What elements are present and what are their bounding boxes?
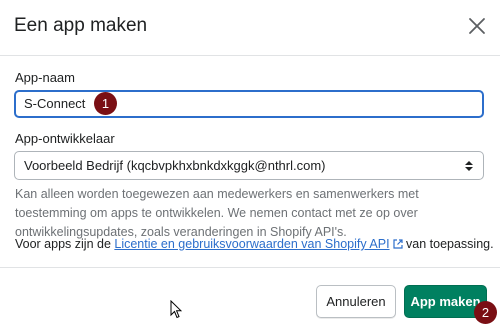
developer-help-text: Kan alleen worden toegewezen aan medewer… [15, 187, 419, 239]
terms-prefix: Voor apps zijn de [15, 237, 115, 251]
close-icon[interactable] [468, 17, 486, 35]
terms-link[interactable]: Licentie en gebruiksvoorwaarden van Shop… [114, 237, 389, 251]
developer-label: App-ontwikkelaar [15, 131, 115, 146]
developer-select-value: Voorbeeld Bedrijf (kqcbvpkhxbnkdxkggk@nt… [24, 158, 326, 173]
developer-select[interactable]: Voorbeeld Bedrijf (kqcbvpkhxbnkdxkggk@nt… [14, 151, 484, 180]
terms-text: Voor apps zijn de Licentie en gebruiksvo… [15, 237, 494, 251]
mouse-cursor-icon [170, 300, 182, 319]
cancel-button[interactable]: Annuleren [316, 285, 396, 318]
footer-divider [0, 267, 500, 268]
terms-suffix: van toepassing. [402, 237, 494, 251]
create-app-dialog: Een app maken App-naam S-Connect 1 App-o… [0, 0, 500, 327]
dialog-title: Een app maken [14, 15, 148, 36]
step-badge-1: 1 [94, 92, 117, 115]
select-arrows-icon [465, 161, 473, 171]
app-name-label: App-naam [15, 70, 75, 85]
external-link-icon[interactable] [392, 239, 403, 249]
dialog-header: Een app maken [0, 0, 500, 56]
app-name-input[interactable]: S-Connect [14, 90, 484, 118]
step-badge-2: 2 [474, 301, 497, 324]
